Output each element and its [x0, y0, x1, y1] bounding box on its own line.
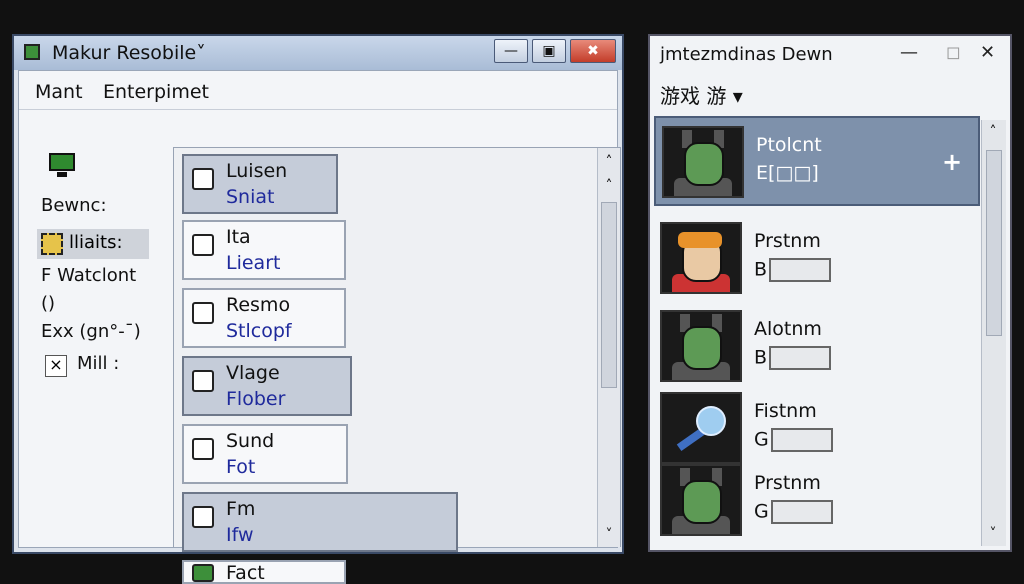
close-button[interactable]: ✕	[980, 42, 995, 63]
game-dropdown[interactable]: 游戏 游 ▾	[660, 80, 743, 109]
item-icon	[192, 506, 214, 528]
players-window-title: jmtezmdinas Dewn	[660, 44, 833, 65]
player-status: E[□□]	[756, 162, 819, 184]
player-status: G	[754, 500, 833, 524]
app-icon	[24, 44, 40, 60]
player-name: Alotnm	[754, 318, 822, 340]
player-name: Fistnm	[754, 400, 817, 422]
mill-checkbox-label: Mill :	[77, 353, 120, 374]
sidebar-label-exx: Exx (gn°-ˉ)	[41, 321, 141, 342]
player-name: Ptolcnt	[756, 134, 822, 156]
minimize-button[interactable]: —	[494, 39, 528, 63]
player-list-scrollbar[interactable]: ˄ ˅	[981, 120, 1006, 546]
main-window-titlebar[interactable]: Makur Resobile˅ — ▣ ✖	[14, 36, 622, 70]
list-item-title: Ita	[226, 226, 251, 248]
sidebar-item-selected[interactable]: lliaits:	[37, 229, 149, 259]
scroll-up-button[interactable]: ˄	[598, 152, 620, 172]
main-window: Makur Resobile˅ — ▣ ✖ Mant Enterpimet Be…	[12, 34, 624, 584]
item-icon	[192, 234, 214, 256]
sidebar-item-label: lliaits:	[69, 232, 123, 253]
scroll-thumb[interactable]	[986, 150, 1002, 336]
orb-avatar	[660, 392, 742, 464]
scroll-down-button[interactable]: ˅	[598, 525, 620, 545]
list-item-subtitle: Stlcopf	[226, 320, 292, 342]
sidebar-label-watclont[interactable]: F Watclont	[41, 265, 136, 286]
goblin-avatar	[662, 126, 744, 198]
main-window-client: Mant Enterpimet Bewnc: lliaits: F Watclo…	[18, 70, 621, 584]
chip-icon	[41, 233, 63, 255]
list-item[interactable]: Fact	[182, 560, 346, 584]
item-list: Luisen Sniat Ita Lieart Resmo Stlcopf Vl…	[173, 147, 621, 584]
sidebar-label-bewnc[interactable]: Bewnc:	[41, 195, 107, 216]
minimize-button[interactable]: —	[900, 42, 918, 63]
list-item[interactable]: Fm Ifw	[182, 492, 458, 552]
sidebar-label-paren: ()	[41, 293, 56, 314]
player-list: Ptolcnt E[□□] + Prstnm B Alotnm B Fistnm	[654, 116, 982, 546]
player-status: B	[754, 346, 832, 370]
mill-checkbox[interactable]: ×	[45, 355, 67, 377]
list-item-subtitle: Fot	[226, 456, 256, 478]
maximize-button[interactable]: ◻	[946, 42, 961, 63]
list-item[interactable]: Luisen Sniat	[182, 154, 338, 214]
item-icon	[192, 438, 214, 460]
list-scrollbar[interactable]: ˄ ˄ ˅	[597, 148, 620, 547]
list-item-title: Vlage	[226, 362, 280, 384]
players-window: jmtezmdinas Dewn — ◻ ✕ 游戏 游 ▾ Ptolcnt E[…	[648, 34, 1012, 552]
list-item[interactable]: Prstnm G	[654, 462, 980, 552]
add-icon[interactable]: +	[942, 148, 962, 176]
item-icon	[192, 302, 214, 324]
list-item-title: Fact	[226, 562, 265, 584]
goblin-avatar	[660, 464, 742, 536]
player-status: B	[754, 258, 832, 282]
menu-item-enterpimet[interactable]: Enterpimet	[103, 81, 209, 103]
goblin-avatar	[660, 310, 742, 382]
list-item[interactable]: Prstnm B	[654, 220, 980, 310]
list-item[interactable]: Vlage Flober	[182, 356, 352, 416]
item-icon	[192, 168, 214, 190]
scroll-up-button[interactable]: ˄	[982, 122, 1004, 142]
list-item-subtitle: Sniat	[226, 186, 275, 208]
list-item[interactable]: Resmo Stlcopf	[182, 288, 346, 348]
item-icon	[192, 370, 214, 392]
scroll-thumb[interactable]	[601, 202, 617, 388]
list-item-title: Resmo	[226, 294, 291, 316]
scroll-down-button[interactable]: ˅	[982, 524, 1004, 544]
menu-bar: Mant Enterpimet	[19, 71, 617, 110]
list-item-title: Sund	[226, 430, 275, 452]
human-avatar	[660, 222, 742, 294]
main-window-title: Makur Resobile˅	[52, 42, 206, 64]
player-name: Prstnm	[754, 472, 821, 494]
maximize-button[interactable]: ▣	[532, 39, 566, 63]
item-icon	[192, 564, 214, 582]
player-name: Prstnm	[754, 230, 821, 252]
list-item-subtitle: Lieart	[226, 252, 281, 274]
menu-item-mant[interactable]: Mant	[35, 81, 83, 103]
monitor-icon[interactable]	[47, 153, 77, 179]
list-item[interactable]: Ita Lieart	[182, 220, 346, 280]
scroll-up-button-2[interactable]: ˄	[598, 176, 620, 196]
list-item-title: Fm	[226, 498, 256, 520]
list-item-subtitle: Flober	[226, 388, 286, 410]
list-item-subtitle: Ifw	[226, 524, 254, 546]
close-button[interactable]: ✖	[570, 39, 616, 63]
sidebar: Bewnc: lliaits: F Watclont () Exx (gn°-ˉ…	[19, 111, 171, 547]
list-item-title: Luisen	[226, 160, 288, 182]
list-item[interactable]: Sund Fot	[182, 424, 348, 484]
list-item[interactable]: Alotnm B	[654, 308, 980, 398]
player-status: G	[754, 428, 833, 452]
list-item[interactable]: Ptolcnt E[□□] +	[654, 116, 980, 206]
